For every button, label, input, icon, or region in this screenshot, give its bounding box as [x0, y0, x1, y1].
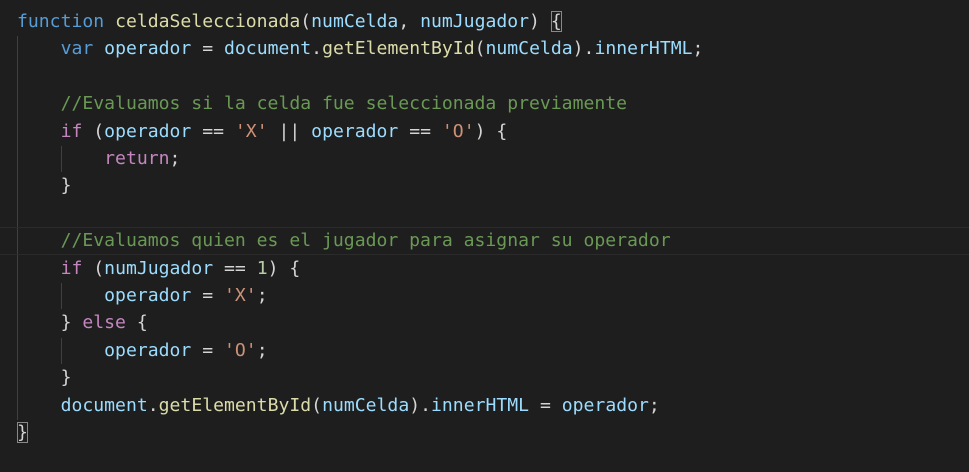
code-token: == — [191, 120, 235, 142]
code-line[interactable]: } — [17, 172, 72, 199]
code-token: document — [224, 38, 312, 60]
code-token: 'X' — [224, 285, 257, 306]
code-token: ; — [648, 394, 660, 416]
code-token: 'X' — [234, 120, 268, 142]
code-token: operador — [104, 339, 192, 361]
code-token: ; — [692, 38, 704, 60]
code-token: ). — [572, 38, 595, 60]
code-token: operador — [104, 38, 192, 60]
code-token: operador — [311, 120, 399, 142]
code-token: { — [550, 11, 562, 32]
code-line[interactable]: if (numJugador == 1) { — [17, 255, 301, 282]
code-editor[interactable]: function celdaSeleccionada(numCelda, num… — [0, 0, 969, 472]
code-token: //Evaluamos quien es el jugador para asi… — [60, 230, 671, 252]
code-line[interactable]: return; — [17, 145, 180, 172]
code-token: getElementById — [322, 38, 475, 60]
code-token: operador — [104, 285, 192, 306]
code-token: ( — [474, 38, 486, 60]
code-token: . — [147, 394, 159, 416]
code-token: == — [398, 120, 442, 142]
code-token: else — [82, 312, 126, 334]
code-token: ; — [256, 285, 268, 306]
code-token: } — [17, 175, 72, 197]
code-token: } — [17, 312, 83, 334]
code-token: 1 — [256, 257, 268, 279]
code-token: } — [17, 422, 28, 443]
code-line[interactable]: } else { — [17, 309, 148, 336]
code-token: ) — [529, 11, 551, 32]
code-token: . — [311, 38, 323, 60]
code-token: { — [125, 312, 148, 334]
code-token: if — [60, 120, 83, 142]
code-token: getElementById — [158, 394, 312, 416]
code-token: if — [60, 257, 83, 279]
code-token: = — [191, 285, 224, 306]
code-token: = — [191, 38, 225, 60]
code-token: document — [60, 394, 148, 416]
code-token: //Evaluamos si la celda fue seleccionada… — [60, 93, 628, 115]
code-token: = — [529, 394, 562, 416]
code-token: || — [267, 120, 312, 142]
code-token: operador — [104, 120, 192, 142]
code-line[interactable]: function celdaSeleccionada(numCelda, num… — [17, 8, 562, 35]
code-token: celdaSeleccionada — [115, 11, 301, 32]
code-token: , — [398, 11, 421, 32]
code-token: return — [104, 148, 170, 169]
code-token: } — [17, 367, 72, 389]
code-token: ; — [169, 148, 181, 169]
code-line[interactable]: //Evaluamos si la celda fue seleccionada… — [17, 90, 627, 117]
code-token: ) { — [474, 120, 508, 142]
code-token: ). — [409, 394, 432, 416]
code-line[interactable]: } — [17, 364, 72, 391]
code-token: function — [17, 11, 105, 32]
code-line[interactable]: document.getElementById(numCelda).innerH… — [17, 392, 660, 419]
code-token: operador — [561, 394, 649, 416]
code-line[interactable]: operador = 'O'; — [17, 337, 268, 364]
code-token: 'O' — [224, 339, 257, 361]
code-token: innerHTML — [431, 394, 530, 416]
code-line[interactable]: } — [17, 419, 28, 446]
code-token: numJugador — [104, 257, 214, 279]
code-token: innerHTML — [594, 38, 693, 60]
code-line[interactable]: var operador = document.getElementById(n… — [17, 35, 704, 62]
code-token: ( — [311, 394, 323, 416]
code-token: ( — [82, 257, 105, 279]
code-token: ; — [256, 339, 268, 361]
code-line[interactable]: operador = 'X'; — [17, 282, 268, 309]
code-token: numCelda — [485, 38, 573, 60]
code-token: ( — [300, 11, 312, 32]
code-line[interactable]: //Evaluamos quien es el jugador para asi… — [0, 227, 969, 255]
code-token: ) { — [267, 257, 301, 279]
code-token: numCelda — [322, 394, 410, 416]
code-token: numJugador — [420, 11, 530, 32]
code-line[interactable]: if (operador == 'X' || operador == 'O') … — [17, 118, 508, 145]
code-token: ( — [82, 120, 105, 142]
code-token: == — [213, 257, 257, 279]
code-token: var — [60, 38, 94, 60]
code-token: numCelda — [311, 11, 399, 32]
code-token: = — [191, 339, 224, 361]
code-token: 'O' — [441, 120, 475, 142]
